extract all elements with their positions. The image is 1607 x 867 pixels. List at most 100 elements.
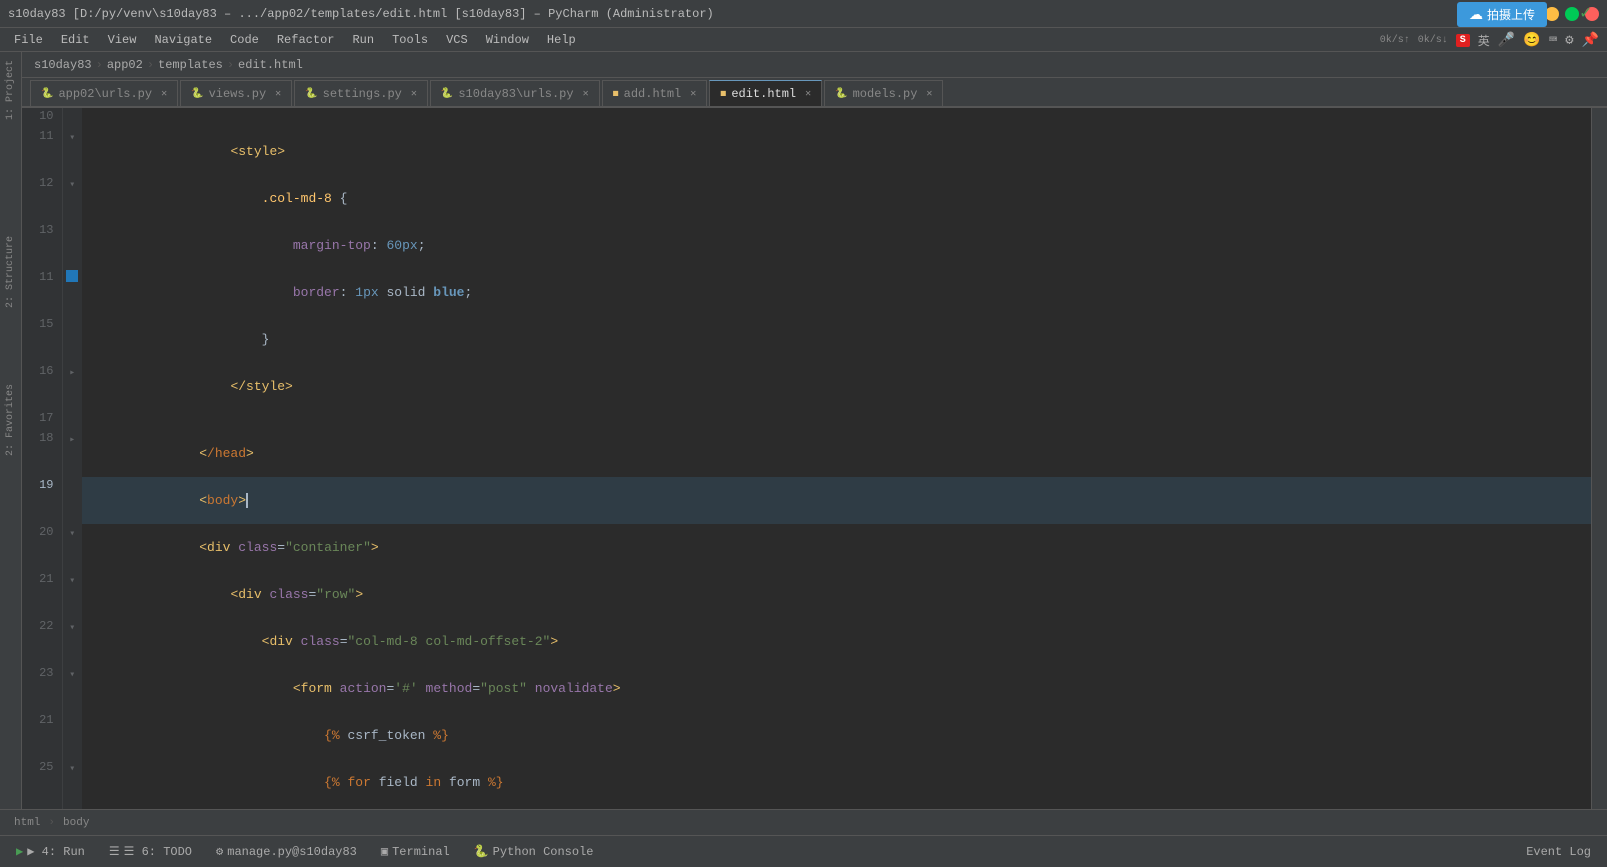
- breadcrumb-app02[interactable]: app02: [107, 58, 143, 72]
- menu-code[interactable]: Code: [222, 31, 267, 49]
- menu-run[interactable]: Run: [344, 31, 382, 49]
- tab-close-icon[interactable]: ✕: [805, 88, 811, 100]
- fold-marker[interactable]: ▾: [69, 764, 75, 775]
- line-number: 17: [22, 410, 62, 430]
- line-code[interactable]: <p>{{ field.label }}</p>: [82, 806, 1591, 809]
- menu-tools[interactable]: Tools: [384, 31, 436, 49]
- tab-s10day83-urls[interactable]: 🐍 s10day83\urls.py ✕: [430, 80, 600, 106]
- run-button[interactable]: ▶ ▶ 4: Run: [8, 841, 93, 862]
- line-code[interactable]: <div class="col-md-8 col-md-offset-2">: [82, 618, 1591, 665]
- breadcrumb-s10day83[interactable]: s10day83: [34, 58, 92, 72]
- todo-button[interactable]: ☰ ☰ 6: TODO: [101, 841, 200, 862]
- tab-models[interactable]: 🐍 models.py ✕: [824, 80, 943, 106]
- fold-marker[interactable]: ▾: [69, 180, 75, 191]
- python-console-button[interactable]: 🐍 Python Console: [466, 841, 602, 862]
- tab-close-icon[interactable]: ✕: [583, 88, 589, 100]
- line-code[interactable]: margin-top: 60px;: [82, 222, 1591, 269]
- fold-marker[interactable]: ▾: [69, 623, 75, 634]
- line-number: 22: [22, 618, 62, 665]
- menu-edit[interactable]: Edit: [53, 31, 98, 49]
- line-gutter: [62, 316, 82, 363]
- tab-close-icon[interactable]: ✕: [690, 88, 696, 100]
- fold-marker[interactable]: ▾: [69, 576, 75, 587]
- line-code[interactable]: [82, 108, 1591, 128]
- python-console-label: Python Console: [493, 845, 594, 859]
- tab-edit-html[interactable]: ◼ edit.html ✕: [709, 80, 822, 106]
- tab-settings[interactable]: 🐍 settings.py ✕: [294, 80, 428, 106]
- mic-icon[interactable]: 🎤: [1498, 32, 1515, 49]
- line-code[interactable]: <div class="row">: [82, 571, 1591, 618]
- line-code[interactable]: }: [82, 316, 1591, 363]
- line-gutter: ▾: [62, 128, 82, 175]
- tab-add-html[interactable]: ◼ add.html ✕: [602, 80, 708, 106]
- input-method-icon[interactable]: S: [1456, 34, 1470, 47]
- tab-close-icon[interactable]: ✕: [926, 88, 932, 100]
- line-code[interactable]: {% csrf_token %}: [82, 712, 1591, 759]
- lang-icon[interactable]: 英: [1478, 32, 1490, 49]
- tab-label: models.py: [853, 87, 918, 101]
- line-gutter: [62, 712, 82, 759]
- fold-marker[interactable]: ▾: [69, 529, 75, 540]
- pin-icon[interactable]: 📌: [1582, 32, 1599, 49]
- minimize-button[interactable]: [1545, 7, 1559, 21]
- favorites-tab[interactable]: 2: Favorites: [1, 376, 20, 464]
- menu-vcs[interactable]: VCS: [438, 31, 476, 49]
- fold-marker[interactable]: ▾: [69, 670, 75, 681]
- manage-label: manage.py@s10day83: [227, 845, 357, 859]
- structure-tab[interactable]: 2: Structure: [1, 228, 20, 316]
- code-scroll-area[interactable]: 10 11 ▾ <style>: [22, 108, 1591, 809]
- tab-views[interactable]: 🐍 views.py ✕: [180, 80, 292, 106]
- menu-help[interactable]: Help: [539, 31, 584, 49]
- line-code[interactable]: .col-md-8 {: [82, 175, 1591, 222]
- fold-marker[interactable]: ▸: [69, 435, 75, 446]
- emoji-icon[interactable]: 😊: [1523, 32, 1540, 49]
- line-gutter: ▸: [62, 430, 82, 477]
- line-number: 11: [22, 128, 62, 175]
- line-code[interactable]: border: 1px solid blue;: [82, 269, 1591, 316]
- tab-close-icon[interactable]: ✕: [275, 88, 281, 100]
- project-tab[interactable]: 1: Project: [1, 52, 20, 128]
- line-gutter: [62, 410, 82, 430]
- menu-file[interactable]: File: [6, 31, 51, 49]
- manage-button[interactable]: ⚙ manage.py@s10day83: [208, 841, 365, 862]
- line-number: 13: [22, 222, 62, 269]
- tab-icon-html: ◼: [613, 88, 619, 100]
- line-number: 12: [22, 175, 62, 222]
- keyboard-icon[interactable]: ⌨: [1549, 32, 1557, 49]
- tab-close-icon[interactable]: ✕: [161, 88, 167, 100]
- fold-marker[interactable]: ▾: [69, 133, 75, 144]
- tab-close-icon[interactable]: ✕: [411, 88, 417, 100]
- line-code[interactable]: {% for field in form %}: [82, 759, 1591, 806]
- tabs-bar: 🐍 app02\urls.py ✕ 🐍 views.py ✕ 🐍 setting…: [0, 78, 1607, 108]
- menu-navigate[interactable]: Navigate: [146, 31, 220, 49]
- status-html[interactable]: html: [8, 817, 46, 829]
- main-editor-area: 10 11 ▾ <style>: [22, 108, 1607, 809]
- menu-window[interactable]: Window: [478, 31, 537, 49]
- line-code[interactable]: <style>: [82, 128, 1591, 175]
- line-code[interactable]: [82, 410, 1591, 430]
- line-code[interactable]: <div class="container">: [82, 524, 1591, 571]
- breadcrumb-templates[interactable]: templates: [158, 58, 223, 72]
- settings-icon[interactable]: ⚙: [1565, 32, 1573, 49]
- menu-view[interactable]: View: [100, 31, 145, 49]
- line-code[interactable]: <body>: [82, 477, 1591, 524]
- network-speed-up: 0k/s↑: [1380, 35, 1410, 46]
- maximize-button[interactable]: [1565, 7, 1579, 21]
- line-gutter: ▸: [62, 363, 82, 410]
- title-bar: s10day83 [D:/py/venv\s10day83 – .../app0…: [0, 0, 1607, 28]
- line-gutter: [62, 477, 82, 524]
- code-editor[interactable]: 10 11 ▾ <style>: [22, 108, 1591, 809]
- upload-section[interactable]: ☁ 拍摄上传: [1457, 2, 1547, 27]
- fold-marker[interactable]: ▸: [69, 368, 75, 379]
- menu-refactor[interactable]: Refactor: [269, 31, 343, 49]
- status-body[interactable]: body: [57, 817, 95, 829]
- line-code[interactable]: </style>: [82, 363, 1591, 410]
- tab-app02-urls[interactable]: 🐍 app02\urls.py ✕: [30, 80, 178, 106]
- breadcrumb-edithtml[interactable]: edit.html: [238, 58, 303, 72]
- tab-icon-py: 🐍: [41, 88, 53, 100]
- terminal-button[interactable]: ▣ Terminal: [373, 841, 458, 862]
- upload-button[interactable]: ☁ 拍摄上传: [1457, 2, 1547, 27]
- event-log-button[interactable]: Event Log: [1518, 842, 1599, 862]
- line-code[interactable]: <form action='#' method="post" novalidat…: [82, 665, 1591, 712]
- line-code[interactable]: </head>: [82, 430, 1591, 477]
